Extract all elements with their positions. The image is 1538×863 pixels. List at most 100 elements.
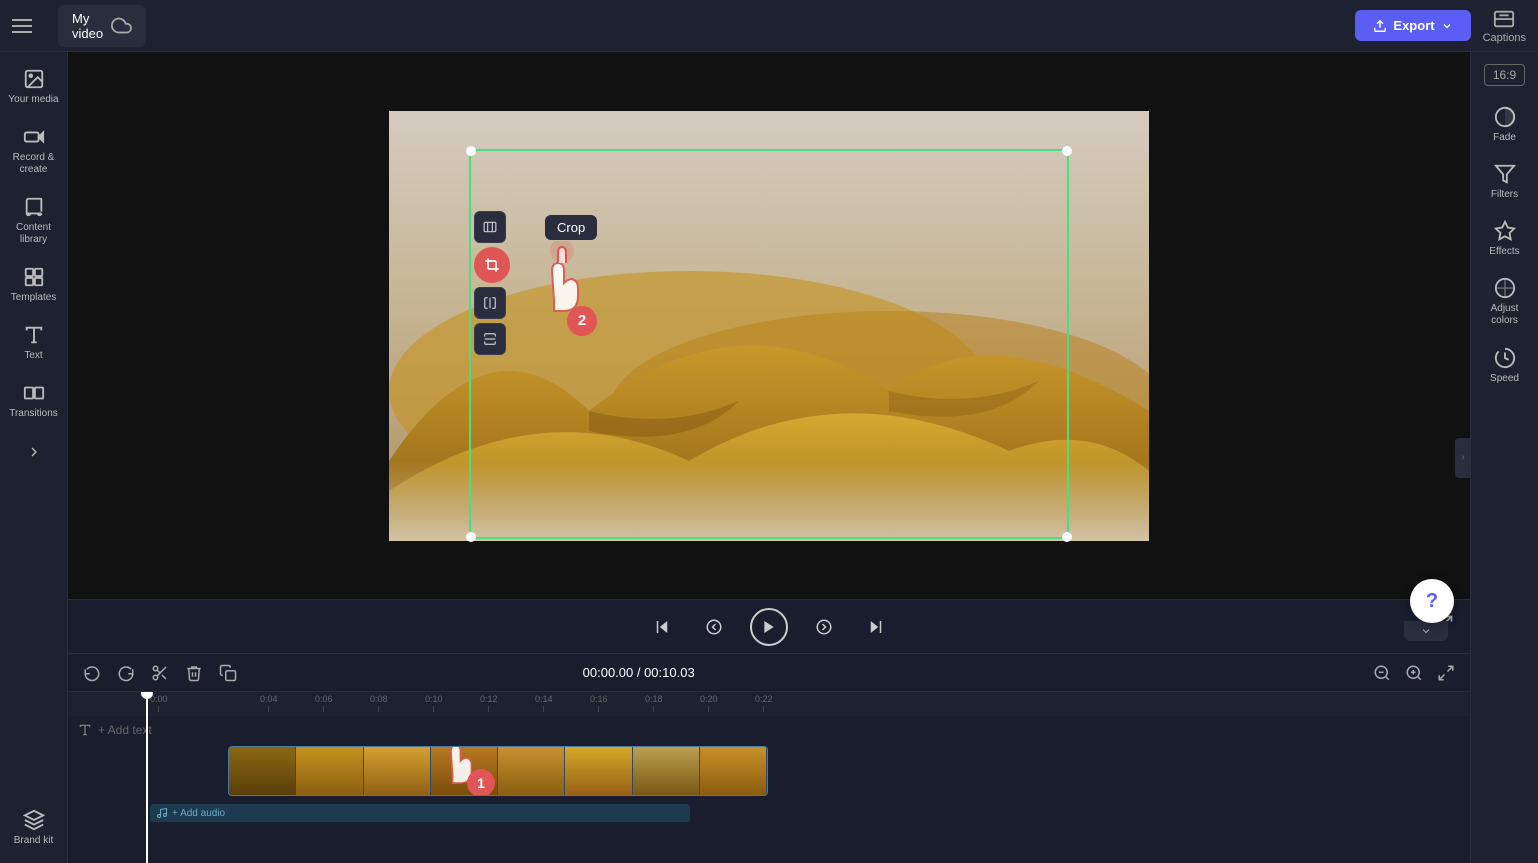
transitions-icon: [23, 382, 45, 404]
zoom-out-button[interactable]: [1370, 661, 1394, 685]
audio-track: + Add audio: [146, 804, 1470, 828]
right-panel-filters[interactable]: Filters: [1475, 155, 1535, 208]
step-badge-2: 2: [567, 306, 597, 336]
effects-icon: [1494, 220, 1516, 242]
sidebar-item-transitions[interactable]: Transitions: [4, 374, 64, 428]
video-frame-4: [431, 747, 498, 795]
filters-icon: [1494, 163, 1516, 185]
timeline-tracks: 0:00 0:04 0:06 0:08 0:10 0:12 0:14 0:16 …: [68, 692, 1470, 863]
flip-h-icon: [483, 296, 497, 310]
timeline-zoom-controls: [1370, 661, 1458, 685]
sidebar-item-brand-kit[interactable]: Brand kit: [4, 801, 64, 855]
topbar-right: Export Captions: [1355, 8, 1526, 44]
sidebar-label-transitions: Transitions: [9, 408, 58, 420]
redo-icon: [117, 664, 135, 682]
media-icon: [23, 68, 45, 90]
zoom-in-button[interactable]: [1402, 661, 1426, 685]
sidebar-label-text: Text: [24, 350, 42, 362]
speed-label: Speed: [1490, 373, 1519, 384]
cut-button[interactable]: [148, 661, 172, 685]
audio-icon: [156, 807, 168, 819]
export-dropdown-icon: [1441, 20, 1453, 32]
effects-label: Effects: [1489, 246, 1519, 257]
toolbar-btn-flip-h[interactable]: [474, 287, 506, 319]
undo-button[interactable]: [80, 661, 104, 685]
playback-controls: [68, 599, 1470, 653]
hamburger-menu[interactable]: [12, 12, 40, 40]
add-audio-label: + Add audio: [172, 808, 225, 819]
export-button[interactable]: Export: [1355, 10, 1470, 41]
floating-toolbar: [474, 211, 510, 355]
redo-button[interactable]: [114, 661, 138, 685]
collapse-right-panel[interactable]: ›: [1455, 438, 1471, 478]
skip-back-icon: [653, 618, 671, 636]
rewind-button[interactable]: [698, 611, 730, 643]
add-text-track[interactable]: + Add text: [68, 716, 1470, 744]
video-title-tab[interactable]: My video: [58, 5, 146, 47]
audio-strip[interactable]: + Add audio: [150, 804, 690, 822]
video-frame-1: [229, 747, 296, 795]
right-panel-speed[interactable]: Speed: [1475, 339, 1535, 392]
speed-icon: [1494, 347, 1516, 369]
sidebar-label-record-create: Record & create: [8, 152, 60, 176]
help-button[interactable]: ?: [1410, 579, 1454, 623]
help-dropdown-arrow[interactable]: [1404, 621, 1448, 641]
step2-number: 2: [578, 312, 586, 329]
toolbar-btn-aspect[interactable]: [474, 211, 506, 243]
rewind-icon: [705, 618, 723, 636]
right-sidebar: › 16:9 Fade Filters Effects: [1470, 52, 1538, 863]
fit-icon: [1437, 664, 1455, 682]
video-strip[interactable]: 1: [228, 746, 768, 796]
playhead[interactable]: [146, 692, 148, 863]
brand-icon: [23, 809, 45, 831]
sidebar-item-your-media[interactable]: Your media: [4, 60, 64, 114]
sidebar-collapse-btn[interactable]: [4, 436, 64, 468]
text-icon: [23, 324, 45, 346]
preview-area: Crop 2: [68, 52, 1470, 599]
topbar: My video Export Captions: [0, 0, 1538, 52]
video-frame-2: [296, 747, 363, 795]
duplicate-button[interactable]: [216, 661, 240, 685]
toolbar-btn-crop-active[interactable]: [474, 247, 510, 283]
video-title-label: My video: [72, 11, 103, 41]
video-frame-6: [565, 747, 632, 795]
skip-forward-icon: [867, 618, 885, 636]
aspect-icon: [483, 220, 497, 234]
fade-icon: [1494, 106, 1516, 128]
adjust-colors-icon: [1494, 277, 1516, 299]
sidebar-item-text[interactable]: Text: [4, 316, 64, 370]
forward-button[interactable]: [808, 611, 840, 643]
sidebar-item-record-create[interactable]: Record & create: [4, 118, 64, 184]
topbar-left: My video: [12, 5, 146, 47]
captions-button[interactable]: Captions: [1483, 8, 1526, 44]
crop-icon: [484, 257, 500, 273]
video-frame-3: [364, 747, 431, 795]
right-panel-fade[interactable]: Fade: [1475, 98, 1535, 151]
skip-forward-button[interactable]: [860, 611, 892, 643]
timeline-ruler: 0:00 0:04 0:06 0:08 0:10 0:12 0:14 0:16 …: [68, 692, 1470, 716]
center-content: Crop 2: [68, 52, 1470, 863]
delete-button[interactable]: [182, 661, 206, 685]
toolbar-btn-flip-v[interactable]: [474, 323, 506, 355]
left-sidebar: Your media Record & create Content libra…: [0, 52, 68, 863]
sidebar-label-templates: Templates: [11, 292, 57, 304]
add-text-label: + Add text: [98, 723, 152, 737]
forward-icon: [815, 618, 833, 636]
sidebar-item-content-library[interactable]: Content library: [4, 188, 64, 254]
play-button[interactable]: [750, 608, 788, 646]
right-panel-adjust-colors[interactable]: Adjust colors: [1475, 269, 1535, 335]
aspect-ratio-selector[interactable]: 16:9: [1484, 64, 1525, 86]
adjust-colors-label: Adjust colors: [1479, 303, 1531, 327]
right-panel-effects[interactable]: Effects: [1475, 212, 1535, 265]
sidebar-item-templates[interactable]: Templates: [4, 258, 64, 312]
fit-timeline-button[interactable]: [1434, 661, 1458, 685]
skip-back-button[interactable]: [646, 611, 678, 643]
delete-icon: [185, 664, 203, 682]
sidebar-label-your-media: Your media: [8, 94, 58, 106]
zoom-in-icon: [1405, 664, 1423, 682]
video-track: 1: [146, 746, 1470, 802]
main-area: Your media Record & create Content libra…: [0, 52, 1538, 863]
timeline-toolbar: 00:00.00 / 00:10.03: [68, 654, 1470, 692]
sidebar-label-brand-kit: Brand kit: [14, 835, 53, 847]
video-preview: Crop 2: [389, 111, 1149, 541]
